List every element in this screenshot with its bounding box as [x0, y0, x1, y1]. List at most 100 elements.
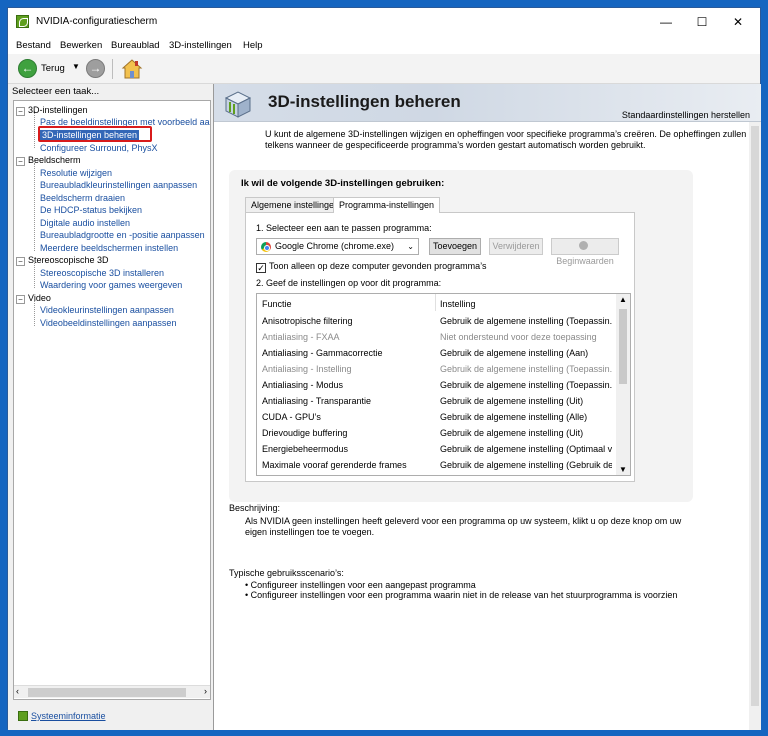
close-button[interactable]: ✕ — [720, 8, 756, 36]
minimize-button[interactable]: — — [648, 8, 684, 36]
task-tree: −3D-instellingen Pas de beeldinstellinge… — [13, 100, 211, 700]
column-header-function[interactable]: Functie — [262, 299, 292, 309]
chevron-down-icon: ⌄ — [407, 242, 414, 251]
tree-category-video[interactable]: − Video — [16, 292, 51, 304]
scenarios-title: Typische gebruiksscenario’s: — [229, 568, 344, 578]
defaults-button[interactable]: Beginwaarden — [551, 238, 619, 266]
tree-item-digitale-audio[interactable]: Digitale audio instellen — [40, 217, 130, 229]
scrollbar-thumb[interactable] — [751, 126, 759, 706]
table-row[interactable]: Antialiasing - Gammacorrectie Gebruik de … — [257, 345, 615, 361]
list-item: • Configureer instellingen voor een prog… — [245, 590, 678, 600]
program-select-value: Google Chrome (chrome.exe) — [275, 241, 395, 251]
tree-item-resolutie[interactable]: Resolutie wijzigen — [40, 167, 112, 179]
system-info-icon — [18, 711, 28, 721]
content-vertical-scrollbar[interactable] — [749, 122, 761, 730]
scroll-left-icon[interactable]: ‹ — [16, 686, 19, 696]
menu-help[interactable]: Help — [243, 40, 263, 51]
tab-algemene-instellingen[interactable]: Algemene instellingen — [245, 197, 346, 212]
remove-button[interactable]: Verwijderen — [489, 238, 543, 255]
window-title: NVIDIA-configuratiescherm — [36, 16, 158, 27]
table-row[interactable]: Antialiasing - Modus Gebruik de algemene … — [257, 377, 615, 393]
scrollbar-thumb[interactable] — [28, 688, 186, 697]
back-arrow-icon[interactable]: ← — [18, 59, 37, 78]
tree-horizontal-scrollbar[interactable]: ‹ › — [14, 685, 210, 698]
column-divider — [435, 294, 436, 311]
menu-3d-instellingen[interactable]: 3D-instellingen — [169, 40, 232, 51]
tree-item-videokleur[interactable]: Videokleurinstellingen aanpassen — [40, 304, 174, 316]
table-row[interactable]: Energiebeheermodus Gebruik de algemene in… — [257, 441, 615, 457]
tree-item-hdcp[interactable]: De HDCP-status bekijken — [40, 204, 142, 216]
intro-text: U kunt de algemene 3D-instellingen wijzi… — [265, 129, 747, 150]
tree-item-waardering-games[interactable]: Waardering voor games weergeven — [40, 279, 182, 291]
menu-bewerken[interactable]: Bewerken — [60, 40, 102, 51]
collapse-icon[interactable]: − — [16, 157, 25, 166]
table-row[interactable]: Anisotropische filtering Gebruik de algem… — [257, 313, 615, 329]
restore-icon — [579, 241, 588, 250]
table-row[interactable]: Antialiasing - Instelling Gebruik de alge… — [257, 361, 615, 377]
tree-category-beeldscherm[interactable]: − Beeldscherm — [16, 154, 81, 166]
table-row[interactable]: CUDA - GPU’s Gebruik de algemene instelli… — [257, 409, 615, 425]
tree-category-3d[interactable]: −3D-instellingen — [16, 104, 88, 116]
scrollbar-thumb[interactable] — [619, 309, 627, 384]
settings-table: Functie Instelling Anisotropische filter… — [256, 293, 631, 476]
scroll-right-icon[interactable]: › — [204, 686, 207, 696]
list-item: • Configureer instellingen voor een aang… — [245, 580, 476, 590]
history-dropdown-icon[interactable]: ▼ — [72, 62, 80, 71]
tree-connector — [34, 111, 35, 148]
chrome-icon — [261, 242, 271, 252]
table-vertical-scrollbar[interactable]: ▲ ▼ — [616, 294, 630, 475]
add-button[interactable]: Toevoegen — [429, 238, 481, 255]
menu-bureaublad[interactable]: Bureaublad — [111, 40, 160, 51]
tree-item-stereo-installeren[interactable]: Stereoscopische 3D installeren — [40, 267, 164, 279]
program-select[interactable]: Google Chrome (chrome.exe) ⌄ — [256, 238, 419, 255]
scroll-down-icon[interactable]: ▼ — [619, 465, 627, 474]
restore-defaults-link[interactable]: Standaardinstellingen herstellen — [622, 110, 750, 120]
back-button[interactable]: Terug — [41, 63, 65, 74]
home-icon[interactable] — [121, 58, 143, 80]
scroll-up-icon[interactable]: ▲ — [619, 295, 627, 304]
show-local-programs-option[interactable]: ✓ Toon alleen op deze computer gevonden p… — [256, 261, 486, 273]
tree-connector — [34, 263, 35, 288]
scenarios-list: • Configureer instellingen voor een aang… — [245, 580, 677, 600]
page-banner: 3D-instellingen beheren Standaardinstell… — [214, 84, 761, 122]
task-panel: Selecteer een taak... −3D-instellingen P… — [8, 84, 213, 730]
menu-bar: Bestand Bewerken Bureaublad 3D-instellin… — [8, 36, 760, 54]
collapse-icon[interactable]: − — [16, 107, 25, 116]
highlight-annotation — [38, 126, 152, 142]
tree-item-bureaubladgrootte[interactable]: Bureaubladgrootte en -positie aanpassen — [40, 229, 205, 241]
menu-bestand[interactable]: Bestand — [16, 40, 51, 51]
show-local-programs-checkbox[interactable]: ✓ — [256, 263, 266, 273]
app-window: NVIDIA-configuratiescherm — ☐ ✕ Bestand … — [7, 7, 761, 730]
step-2-label: 2. Geef de instellingen op voor dit prog… — [256, 278, 442, 288]
task-header: Selecteer een taak... — [12, 86, 100, 97]
table-row[interactable]: Antialiasing - Transparantie Gebruik de a… — [257, 393, 615, 409]
content-panel: 3D-instellingen beheren Standaardinstell… — [213, 84, 761, 730]
step-1-label: 1. Selecteer een aan te passen programma… — [256, 223, 432, 233]
column-header-setting[interactable]: Instelling — [440, 299, 476, 309]
title-bar[interactable]: NVIDIA-configuratiescherm — ☐ ✕ — [8, 8, 760, 36]
tree-item-videobeeld[interactable]: Videobeeldinstellingen aanpassen — [40, 317, 176, 329]
table-row[interactable]: Antialiasing - FXAA Niet ondersteund voor… — [257, 329, 615, 345]
tree-connector — [34, 163, 35, 251]
3d-settings-icon — [224, 91, 252, 118]
program-settings-panel: 1. Selecteer een aan te passen programma… — [245, 212, 635, 482]
description-text: Als NVIDIA geen instellingen heeft gelev… — [245, 516, 682, 537]
tree-item-surround-physx[interactable]: Configureer Surround, PhysX — [40, 142, 158, 154]
tab-programma-instellingen[interactable]: Programma-instellingen — [333, 197, 441, 213]
tree-item-kleurinstellingen[interactable]: Bureaubladkleurinstellingen aanpassen — [40, 179, 197, 191]
collapse-icon[interactable]: − — [16, 257, 25, 266]
group-title: Ik wil de volgende 3D-instellingen gebru… — [241, 178, 445, 189]
toolbar-separator — [112, 59, 113, 79]
tree-item-meerdere-beeldschermen[interactable]: Meerdere beeldschermen instellen — [40, 242, 178, 254]
tree-connector — [34, 301, 35, 326]
table-row[interactable]: Maximale vooraf gerenderde frames Gebruik… — [257, 457, 615, 473]
toolbar: ← Terug ▼ → — [8, 54, 760, 84]
page-title: 3D-instellingen beheren — [268, 92, 461, 111]
tree-item-draaien[interactable]: Beeldscherm draaien — [40, 192, 125, 204]
table-row[interactable]: Drievoudige buffering Gebruik de algemene… — [257, 425, 615, 441]
maximize-button[interactable]: ☐ — [684, 8, 720, 36]
tree-category-stereo[interactable]: − Stereoscopische 3D — [16, 254, 109, 266]
system-info-link[interactable]: Systeeminformatie — [18, 711, 106, 721]
collapse-icon[interactable]: − — [16, 295, 25, 304]
forward-arrow-icon[interactable]: → — [86, 59, 105, 78]
